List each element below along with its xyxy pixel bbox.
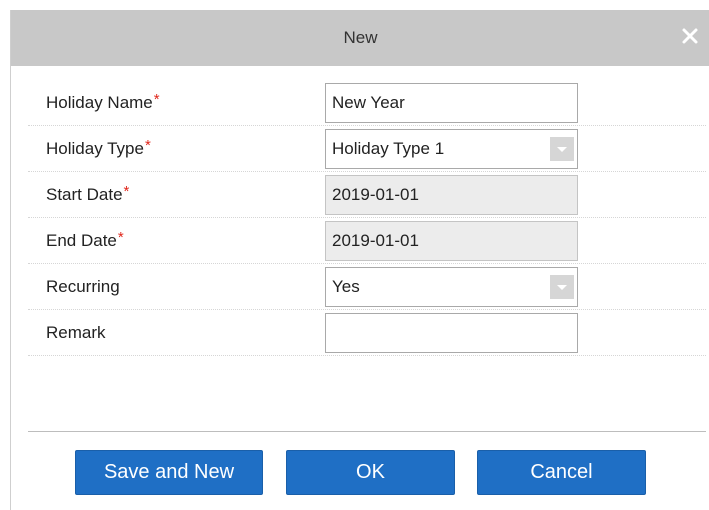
end-date-value: 2019-01-01 (332, 231, 419, 250)
ok-button[interactable]: OK (286, 450, 455, 495)
required-mark: * (153, 91, 160, 108)
end-date-field[interactable]: 2019-01-01 (325, 221, 578, 261)
cancel-button[interactable]: Cancel (477, 450, 646, 495)
required-mark: * (144, 137, 151, 154)
close-icon[interactable] (678, 24, 702, 48)
start-date-label: Start Date* (46, 183, 130, 204)
recurring-label: Recurring (46, 277, 120, 296)
footer-divider (28, 431, 706, 432)
dialog-titlebar[interactable]: New (11, 10, 709, 66)
form-row-end-date: End Date* 2019-01-01 (28, 218, 706, 264)
chevron-down-icon[interactable] (550, 137, 574, 161)
holiday-type-value: Holiday Type 1 (332, 139, 445, 158)
recurring-value: Yes (332, 277, 360, 296)
end-date-label: End Date* (46, 229, 124, 250)
form-row-start-date: Start Date* 2019-01-01 (28, 172, 706, 218)
dialog-title: New (343, 28, 378, 47)
start-date-value: 2019-01-01 (332, 185, 419, 204)
chevron-down-icon[interactable] (550, 275, 574, 299)
new-holiday-dialog: New Holiday Name* Holiday Type* Holiday … (10, 10, 709, 510)
start-date-field[interactable]: 2019-01-01 (325, 175, 578, 215)
form-row-remark: Remark (28, 310, 706, 356)
form-row-recurring: Recurring Yes (28, 264, 706, 310)
holiday-name-input[interactable] (325, 83, 578, 123)
form-row-holiday-name: Holiday Name* (28, 80, 706, 126)
holiday-type-select[interactable]: Holiday Type 1 (325, 129, 578, 169)
remark-input[interactable] (325, 313, 578, 353)
form-row-holiday-type: Holiday Type* Holiday Type 1 (28, 126, 706, 172)
remark-label: Remark (46, 323, 106, 342)
required-mark: * (117, 229, 124, 246)
holiday-type-label: Holiday Type* (46, 137, 151, 158)
save-and-new-button[interactable]: Save and New (75, 450, 263, 495)
required-mark: * (123, 183, 130, 200)
recurring-select[interactable]: Yes (325, 267, 578, 307)
holiday-name-label: Holiday Name* (46, 91, 160, 112)
